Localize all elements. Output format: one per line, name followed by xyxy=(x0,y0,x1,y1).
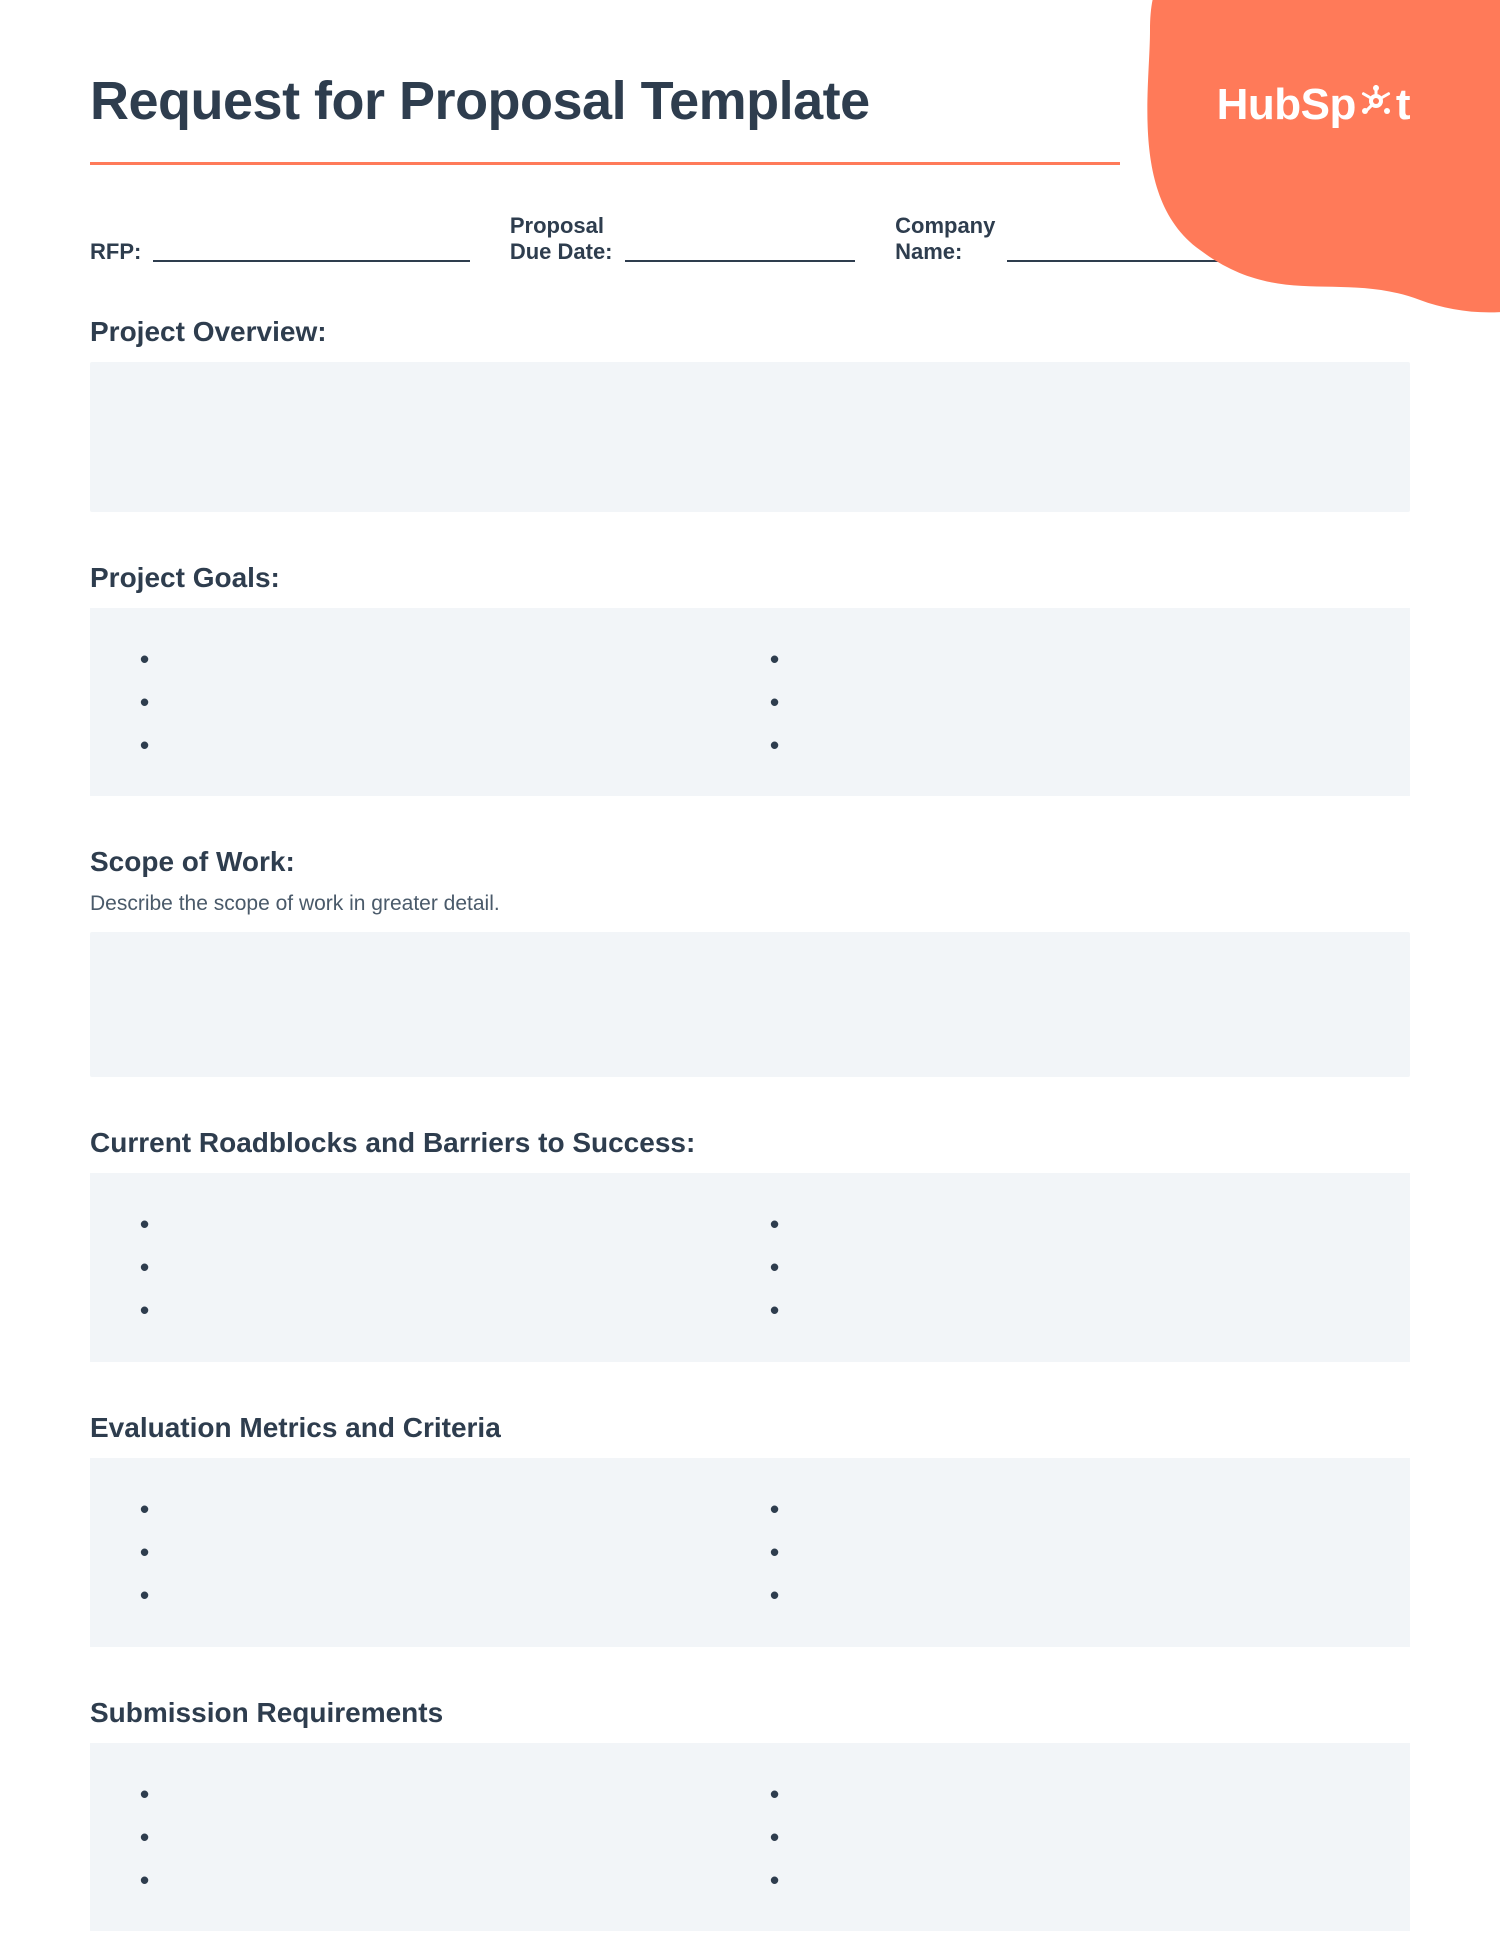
section-scope: Scope of Work: Describe the scope of wor… xyxy=(90,846,1410,1077)
bullet[interactable]: • xyxy=(770,1816,1360,1859)
metrics-heading: Evaluation Metrics and Criteria xyxy=(90,1412,1410,1444)
due-date-input-line[interactable] xyxy=(625,260,856,262)
bullet[interactable]: • xyxy=(140,1246,730,1289)
bullet[interactable]: • xyxy=(140,724,730,767)
submission-col-left: • • • xyxy=(140,1773,730,1902)
bullet[interactable]: • xyxy=(770,1574,1360,1617)
goals-box[interactable]: • • • • • • xyxy=(90,608,1410,797)
bullet[interactable]: • xyxy=(770,1531,1360,1574)
rfp-template-page: HubSpt Request for Proposal Template RFP… xyxy=(0,0,1500,1941)
rfp-label: RFP: xyxy=(90,239,141,265)
section-metrics: Evaluation Metrics and Criteria • • • • … xyxy=(90,1412,1410,1647)
scope-desc: Describe the scope of work in greater de… xyxy=(90,892,1410,916)
bullet[interactable]: • xyxy=(140,1773,730,1816)
submission-col-right: • • • xyxy=(770,1773,1360,1902)
goals-col-right: • • • xyxy=(770,638,1360,767)
company-label: Company Name: xyxy=(895,213,995,266)
bullet[interactable]: • xyxy=(770,681,1360,724)
goals-heading: Project Goals: xyxy=(90,562,1410,594)
submission-heading: Submission Requirements xyxy=(90,1697,1410,1729)
bullet[interactable]: • xyxy=(140,1531,730,1574)
metrics-box[interactable]: • • • • • • xyxy=(90,1458,1410,1647)
bullet[interactable]: • xyxy=(140,681,730,724)
rfp-input-line[interactable] xyxy=(153,260,470,262)
scope-heading: Scope of Work: xyxy=(90,846,1410,878)
roadblocks-col-left: • • • xyxy=(140,1203,730,1332)
metrics-col-right: • • • xyxy=(770,1488,1360,1617)
bullet[interactable]: • xyxy=(770,1203,1360,1246)
bullet[interactable]: • xyxy=(140,1816,730,1859)
section-roadblocks: Current Roadblocks and Barriers to Succe… xyxy=(90,1127,1410,1362)
section-goals: Project Goals: • • • • • • xyxy=(90,562,1410,797)
logo-text-t: t xyxy=(1396,80,1410,130)
bullet[interactable]: • xyxy=(770,1859,1360,1902)
bullet[interactable]: • xyxy=(770,1289,1360,1332)
bullet[interactable]: • xyxy=(140,1289,730,1332)
section-submission: Submission Requirements • • • • • • xyxy=(90,1697,1410,1932)
bullet[interactable]: • xyxy=(770,638,1360,681)
metrics-col-left: • • • xyxy=(140,1488,730,1617)
bullet[interactable]: • xyxy=(770,1773,1360,1816)
due-date-label: Proposal Due Date: xyxy=(510,213,613,266)
roadblocks-col-right: • • • xyxy=(770,1203,1360,1332)
title-underline xyxy=(90,162,1120,165)
rfp-field[interactable]: RFP: xyxy=(90,213,470,266)
logo-text-hub: HubSp xyxy=(1217,80,1356,130)
roadblocks-heading: Current Roadblocks and Barriers to Succe… xyxy=(90,1127,1410,1159)
bullet[interactable]: • xyxy=(140,1574,730,1617)
bullet[interactable]: • xyxy=(770,1246,1360,1289)
header-blob-shape xyxy=(1060,0,1500,390)
bullet[interactable]: • xyxy=(770,1488,1360,1531)
bullet[interactable]: • xyxy=(140,1859,730,1902)
hubspot-logo: HubSpt xyxy=(1217,80,1410,130)
bullet[interactable]: • xyxy=(140,1488,730,1531)
submission-box[interactable]: • • • • • • xyxy=(90,1743,1410,1932)
goals-col-left: • • • xyxy=(140,638,730,767)
bullet[interactable]: • xyxy=(140,1203,730,1246)
bullet[interactable]: • xyxy=(140,638,730,681)
due-date-field[interactable]: Proposal Due Date: xyxy=(510,213,855,266)
bullet[interactable]: • xyxy=(770,724,1360,767)
roadblocks-box[interactable]: • • • • • • xyxy=(90,1173,1410,1362)
sprocket-icon xyxy=(1358,80,1394,130)
scope-textarea[interactable] xyxy=(90,932,1410,1077)
